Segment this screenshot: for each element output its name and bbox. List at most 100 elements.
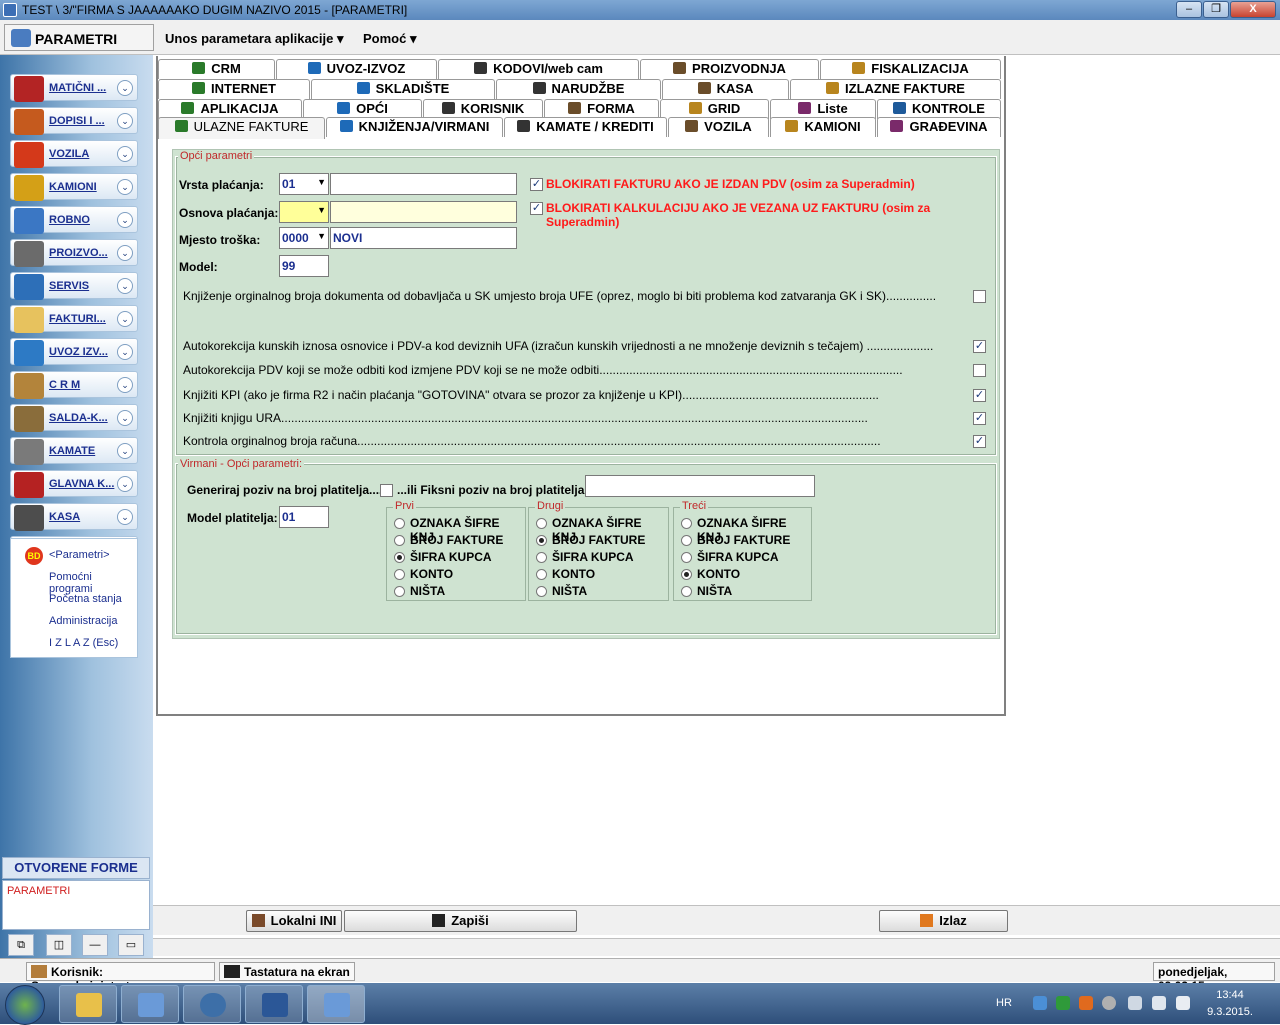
- opt-autokorekcija-kunskih-checkbox[interactable]: ✓: [973, 340, 986, 353]
- cascade-icon[interactable]: ⧉: [8, 934, 34, 956]
- window-icon[interactable]: ▭: [118, 934, 144, 956]
- radio-drugi-1[interactable]: [536, 535, 547, 546]
- tab-crm[interactable]: CRM: [158, 59, 275, 79]
- tab-internet[interactable]: INTERNET: [158, 79, 310, 99]
- radio-drugi-0[interactable]: [536, 518, 547, 529]
- lokalni-ini-button[interactable]: Lokalni INI: [246, 910, 342, 932]
- opt-knjiziti-ura-checkbox[interactable]: ✓: [973, 412, 986, 425]
- tray-network-icon[interactable]: [1033, 996, 1047, 1010]
- tab-kasa[interactable]: KASA: [662, 79, 789, 99]
- minimize-button[interactable]: –: [1176, 1, 1202, 18]
- tab-knji-enja-virmani[interactable]: KNJIŽENJA/VIRMANI: [326, 117, 503, 137]
- radio-prvi-0[interactable]: [394, 518, 405, 529]
- mjesto-troska-text[interactable]: NOVI: [330, 227, 517, 249]
- sidebar-item-kamate[interactable]: KAMATE ⌄: [10, 437, 138, 465]
- submenu-izlaz[interactable]: I Z L A Z (Esc): [49, 637, 118, 649]
- menu-unos-parametara[interactable]: Unos parametara aplikacije ▾: [165, 31, 344, 47]
- sidebar-item-kamioni[interactable]: KAMIONI ⌄: [10, 173, 138, 201]
- chevron-down-icon[interactable]: ⌄: [117, 113, 133, 129]
- tab-liste[interactable]: Liste: [770, 99, 876, 119]
- tab-op-i[interactable]: OPĆI: [303, 99, 422, 119]
- sidebar-item-glavna-k[interactable]: GLAVNA K... ⌄: [10, 470, 138, 498]
- tab-proizvodnja[interactable]: PROIZVODNJA: [640, 59, 819, 79]
- tab-korisnik[interactable]: KORISNIK: [423, 99, 543, 119]
- chevron-down-icon[interactable]: ⌄: [117, 443, 133, 459]
- tile-vertical-icon[interactable]: ◫: [46, 934, 72, 956]
- tab-skladi-te[interactable]: SKLADIŠTE: [311, 79, 495, 99]
- menu-pomoc[interactable]: Pomoć ▾: [363, 31, 417, 47]
- status-keyboard[interactable]: Tastatura na ekran: [219, 962, 355, 981]
- tray-volume-icon[interactable]: [1152, 996, 1166, 1010]
- generiraj-poziv-checkbox[interactable]: [380, 484, 393, 497]
- language-indicator[interactable]: HR: [996, 997, 1012, 1009]
- radio-prvi-2[interactable]: [394, 552, 405, 563]
- sidebar-item-vozila[interactable]: VOZILA ⌄: [10, 140, 138, 168]
- opt-kontrola-orginalnog-checkbox[interactable]: ✓: [973, 435, 986, 448]
- opt-autokorekcija-pdv-checkbox[interactable]: [973, 364, 986, 377]
- osnova-placanja-combo[interactable]: ▼: [279, 201, 329, 223]
- osnova-placanja-text[interactable]: [330, 201, 517, 223]
- sidebar-item-dopisi-i[interactable]: DOPISI I ... ⌄: [10, 107, 138, 135]
- chevron-down-icon[interactable]: ⌄: [117, 146, 133, 162]
- radio-tre-i-3[interactable]: [681, 569, 692, 580]
- sidebar-item-proizvo[interactable]: PROIZVO... ⌄: [10, 239, 138, 267]
- radio-tre-i-1[interactable]: [681, 535, 692, 546]
- sidebar-item-mati-ni[interactable]: MATIČNI ... ⌄: [10, 74, 138, 102]
- submenu-pocetna-stanja[interactable]: Početna stanja: [49, 593, 122, 605]
- sidebar-item-fakturi[interactable]: FAKTURI... ⌄: [10, 305, 138, 333]
- opt-knjizenje-orginalnog-checkbox[interactable]: [973, 290, 986, 303]
- model-platitelja-field[interactable]: 01: [279, 506, 329, 528]
- taskbar-word[interactable]: [245, 985, 303, 1023]
- taskbar-app2[interactable]: [183, 985, 241, 1023]
- taskbar-app1[interactable]: [121, 985, 179, 1023]
- tab-kamioni[interactable]: KAMIONI: [770, 117, 876, 137]
- clock-date[interactable]: 9.3.2015.: [1200, 1006, 1260, 1018]
- tab-izlazne-fakture[interactable]: IZLAZNE FAKTURE: [790, 79, 1001, 99]
- home-button[interactable]: PARAMETRI: [4, 24, 154, 51]
- chevron-down-icon[interactable]: ⌄: [117, 377, 133, 393]
- radio-tre-i-0[interactable]: [681, 518, 692, 529]
- tray-update-icon[interactable]: [1102, 996, 1116, 1010]
- close-button[interactable]: X: [1230, 1, 1276, 18]
- chevron-down-icon[interactable]: ⌄: [117, 179, 133, 195]
- clock-time[interactable]: 13:44: [1205, 989, 1255, 1001]
- submenu-parametri[interactable]: <Parametri>: [49, 549, 110, 561]
- sidebar-item-uvoz-izv[interactable]: UVOZ IZV... ⌄: [10, 338, 138, 366]
- tray-monitor-icon[interactable]: [1128, 996, 1142, 1010]
- tab-kamate-krediti[interactable]: KAMATE / KREDITI: [504, 117, 667, 137]
- radio-prvi-1[interactable]: [394, 535, 405, 546]
- radio-drugi-4[interactable]: [536, 586, 547, 597]
- chevron-down-icon[interactable]: ⌄: [117, 311, 133, 327]
- radio-prvi-3[interactable]: [394, 569, 405, 580]
- radio-drugi-2[interactable]: [536, 552, 547, 563]
- izlaz-button[interactable]: Izlaz: [879, 910, 1008, 932]
- radio-tre-i-4[interactable]: [681, 586, 692, 597]
- chevron-down-icon[interactable]: ⌄: [117, 410, 133, 426]
- chevron-down-icon[interactable]: ⌄: [117, 509, 133, 525]
- tray-java-icon[interactable]: [1079, 996, 1093, 1010]
- sidebar-item-servis[interactable]: SERVIS ⌄: [10, 272, 138, 300]
- tab-aplikacija[interactable]: APLIKACIJA: [158, 99, 302, 119]
- blokirati-fakturu-checkbox[interactable]: ✓: [530, 178, 543, 191]
- tab-kodovi-web-cam[interactable]: KODOVI/web cam: [438, 59, 639, 79]
- mjesto-troska-combo[interactable]: 0000 ▼: [279, 227, 329, 249]
- start-button[interactable]: [5, 985, 45, 1025]
- tab-uvoz-izvoz[interactable]: UVOZ-IZVOZ: [276, 59, 437, 79]
- minimize-all-icon[interactable]: —: [82, 934, 108, 956]
- chevron-down-icon[interactable]: ⌄: [117, 80, 133, 96]
- tab-fiskalizacija[interactable]: FISKALIZACIJA: [820, 59, 1001, 79]
- vrsta-placanja-combo[interactable]: 01 ▼: [279, 173, 329, 195]
- tab-ulazne-fakture[interactable]: ULAZNE FAKTURE: [158, 117, 325, 139]
- fiksni-poziv-input[interactable]: [585, 475, 815, 497]
- tray-chat-icon[interactable]: [1056, 996, 1070, 1010]
- sidebar-item-c-r-m[interactable]: C R M ⌄: [10, 371, 138, 399]
- chevron-down-icon[interactable]: ⌄: [117, 476, 133, 492]
- open-form-parametri[interactable]: PARAMETRI: [7, 885, 145, 897]
- tab-kontrole[interactable]: KONTROLE: [877, 99, 1001, 119]
- radio-drugi-3[interactable]: [536, 569, 547, 580]
- vrsta-placanja-text[interactable]: [330, 173, 517, 195]
- radio-prvi-4[interactable]: [394, 586, 405, 597]
- tab-grid[interactable]: GRID: [660, 99, 769, 119]
- sidebar-item-robno[interactable]: ROBNO ⌄: [10, 206, 138, 234]
- submenu-pomocni-programi[interactable]: Pomoćni programi: [49, 571, 137, 595]
